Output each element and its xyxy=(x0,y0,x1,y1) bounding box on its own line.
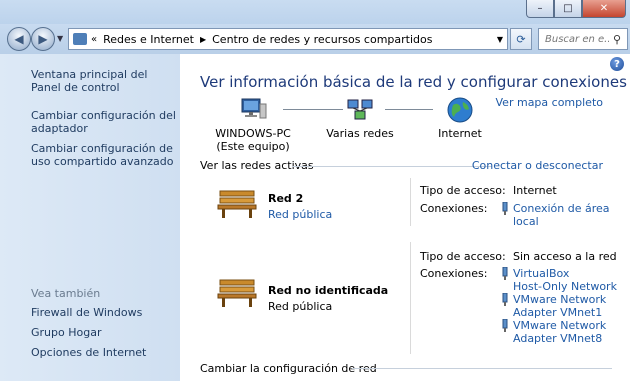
column-divider xyxy=(410,242,411,354)
map-node-internet[interactable]: Internet xyxy=(430,96,490,140)
search-icon[interactable]: ⚲ xyxy=(613,33,621,46)
map-node-sublabel: (Este equipo) xyxy=(216,140,290,153)
connections-label: Conexiones: xyxy=(420,202,488,215)
search-input[interactable] xyxy=(543,32,611,46)
access-type-label: Tipo de acceso: xyxy=(420,184,506,197)
see-also-heading: Vea también xyxy=(31,287,101,300)
view-full-map-link[interactable]: Ver mapa completo xyxy=(496,96,603,109)
access-type-value: Internet xyxy=(513,184,557,197)
connection-link-line: Host-Only Network xyxy=(513,280,617,293)
breadcrumb-redes-internet[interactable]: Redes e Internet xyxy=(103,33,194,46)
forward-button[interactable]: ▶ xyxy=(31,27,55,51)
sidebar-link-internet-options[interactable]: Opciones de Internet xyxy=(31,346,176,359)
network-icon xyxy=(347,99,373,120)
back-button[interactable]: ◀ xyxy=(7,27,31,51)
recent-pages-dropdown[interactable]: ▼ xyxy=(57,34,63,43)
map-node-this-computer[interactable]: WINDOWS-PC (Este equipo) xyxy=(208,96,298,153)
network-name: Red 2 xyxy=(268,192,304,205)
public-network-bench-icon[interactable] xyxy=(216,187,258,219)
refresh-button[interactable]: ⟳ xyxy=(510,28,532,50)
minimize-button[interactable]: – xyxy=(526,0,554,18)
connection-link-line: VMware Network xyxy=(513,319,607,332)
network-adapter-icon xyxy=(502,293,508,306)
sidebar: Ventana principal del Panel de control C… xyxy=(0,54,180,381)
help-icon[interactable]: ? xyxy=(610,57,624,71)
map-node-label: Varias redes xyxy=(326,127,394,140)
sidebar-link-firewall[interactable]: Firewall de Windows xyxy=(31,306,176,319)
connection-link[interactable]: VMware Network Adapter VMnet1 xyxy=(513,293,606,319)
breadcrumb-network-center[interactable]: Centro de redes y recursos compartidos xyxy=(212,33,432,46)
sidebar-link-adapter-settings[interactable]: Cambiar configuración del adaptador xyxy=(31,109,176,135)
back-arrow-icon: ◀ xyxy=(14,32,24,46)
window-controls: – □ ✕ xyxy=(526,0,626,18)
change-network-settings-label: Cambiar la configuración de red xyxy=(200,362,377,375)
connection-link-line: VMware Network xyxy=(513,293,607,306)
sidebar-link-homegroup[interactable]: Grupo Hogar xyxy=(31,326,176,339)
chevron-double-icon[interactable]: « xyxy=(91,34,97,45)
address-bar[interactable]: « Redes e Internet ▶ Centro de redes y r… xyxy=(68,28,508,50)
connections-label: Conexiones: xyxy=(420,267,488,280)
breadcrumb-separator-icon[interactable]: ▶ xyxy=(200,35,206,44)
public-network-bench-icon xyxy=(217,279,257,307)
globe-icon xyxy=(447,97,473,123)
navigation-bar: ◀ ▶ ▼ « Redes e Internet ▶ Centro de red… xyxy=(0,24,630,54)
network-adapter-icon xyxy=(502,202,508,215)
search-box[interactable]: ⚲ xyxy=(538,28,628,50)
address-dropdown-icon[interactable]: ▼ xyxy=(497,35,503,44)
sidebar-link-control-panel-home[interactable]: Ventana principal del Panel de control xyxy=(31,68,176,94)
connection-link-line: Adapter VMnet1 xyxy=(513,306,603,319)
connection-link-line: VirtualBox xyxy=(513,267,570,280)
maximize-button[interactable]: □ xyxy=(554,0,582,18)
map-node-label: Internet xyxy=(438,127,482,140)
connection-link-line: local xyxy=(513,215,539,228)
connection-link[interactable]: VMware Network Adapter VMnet8 xyxy=(513,319,606,345)
page-title: Ver información básica de la red y confi… xyxy=(200,73,627,91)
network-type: Red pública xyxy=(268,300,333,313)
connect-disconnect-link[interactable]: Conectar o desconectar xyxy=(472,159,603,172)
main-panel: ? Ver información básica de la red y con… xyxy=(180,54,630,381)
network-adapter-icon xyxy=(502,319,508,332)
map-node-label: WINDOWS-PC xyxy=(215,127,291,140)
network-type-link[interactable]: Red pública xyxy=(268,208,332,221)
sidebar-link-advanced-sharing[interactable]: Cambiar configuración de uso compartido … xyxy=(31,142,176,168)
connection-link-line: Adapter VMnet8 xyxy=(513,332,603,345)
map-node-multiple-networks[interactable]: Varias redes xyxy=(320,96,400,140)
computer-icon xyxy=(241,98,267,119)
control-panel-icon xyxy=(73,33,87,45)
connection-link[interactable]: VirtualBox Host-Only Network xyxy=(513,267,617,293)
connection-link-line: Conexión de área xyxy=(513,202,610,215)
network-name: Red no identificada xyxy=(268,284,389,297)
section-divider xyxy=(352,368,612,369)
column-divider xyxy=(410,178,411,226)
refresh-icon: ⟳ xyxy=(516,32,526,46)
close-button[interactable]: ✕ xyxy=(582,0,626,18)
access-type-value: Sin acceso a la red xyxy=(513,250,617,263)
network-adapter-icon xyxy=(502,267,508,280)
forward-arrow-icon: ▶ xyxy=(38,32,48,46)
access-type-label: Tipo de acceso: xyxy=(420,250,506,263)
section-divider xyxy=(292,166,492,167)
title-bar: – □ ✕ xyxy=(0,0,630,24)
connection-link[interactable]: Conexión de área local xyxy=(513,202,610,228)
